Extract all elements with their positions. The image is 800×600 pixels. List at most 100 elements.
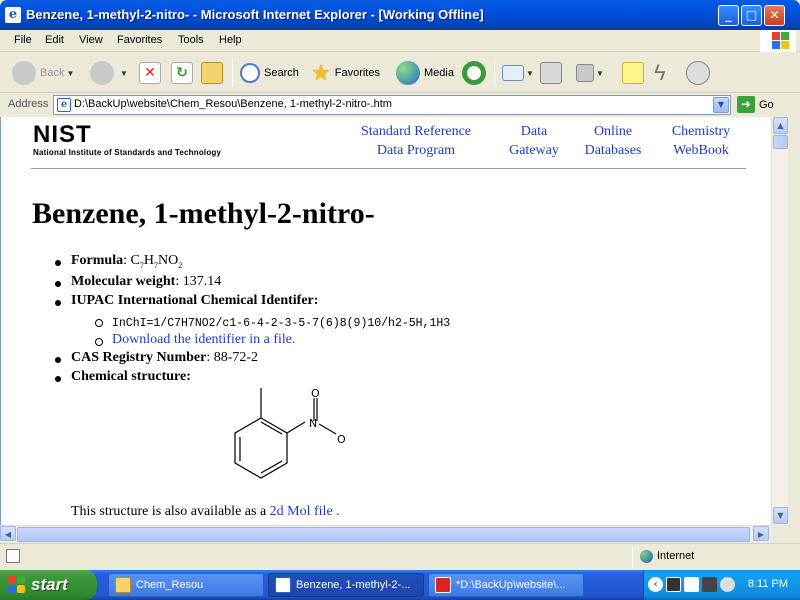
nav-line: Chemistry [671, 124, 731, 139]
internet-zone-icon [640, 550, 653, 563]
page-done-icon [6, 549, 20, 563]
tray-app-icon[interactable] [666, 577, 681, 592]
scroll-up-button[interactable]: ▲ [773, 117, 788, 134]
tray-expand-icon[interactable]: ‹ [648, 577, 663, 592]
mol-file-prefix: This structure is also available as a [71, 504, 267, 519]
vertical-scrollbar[interactable]: ▲ ▼ [771, 117, 788, 525]
discuss-button[interactable] [622, 60, 644, 86]
home-icon [201, 62, 223, 84]
vertical-scroll-thumb[interactable] [773, 135, 788, 149]
taskbar-item-chem-resou[interactable]: Chem_Resou [108, 573, 264, 597]
tray-monitor-icon[interactable] [702, 577, 717, 592]
back-button[interactable]: Back ▼ [12, 60, 74, 86]
nist-logo-subtitle: National Institute of Standards and Tech… [33, 148, 222, 157]
scroll-left-button[interactable]: ◀ [0, 526, 16, 541]
sub-bullet [95, 338, 103, 346]
mol-file-link[interactable]: 2d Mol file [270, 504, 333, 519]
research-button[interactable]: ϟ [654, 60, 666, 86]
formula-row: Formula: C7H7NO2 [71, 253, 183, 270]
mw-label: Molecular weight [71, 274, 176, 289]
start-label: start [31, 575, 68, 594]
chevron-down-icon: ▼ [526, 68, 534, 78]
browser-window: e Benzene, 1-methyl-2-nitro- - Microsoft… [0, 0, 800, 570]
nav-line: Data Program [376, 143, 456, 158]
menu-view[interactable]: View [79, 34, 103, 46]
scroll-right-button[interactable]: ▶ [753, 526, 769, 541]
download-identifier-link[interactable]: Download the identifier in a file. [112, 332, 296, 348]
lightning-icon: ϟ [654, 60, 666, 85]
tray-check-icon[interactable] [684, 577, 699, 592]
address-dropdown-button[interactable]: ▼ [713, 97, 729, 113]
cas-value: 88-72-2 [213, 350, 259, 365]
go-button[interactable]: ➜ Go [737, 96, 774, 113]
menu-tools[interactable]: Tools [178, 34, 204, 46]
structure-label: Chemical structure: [71, 369, 191, 384]
molecular-weight-row: Molecular weight: 137.14 [71, 274, 222, 289]
media-button[interactable]: Media [396, 60, 454, 86]
nist-logo[interactable]: NIST National Institute of Standards and… [33, 121, 222, 158]
system-tray: ‹ 8:11 PM [643, 570, 800, 600]
mw-value: 137.14 [182, 274, 222, 289]
history-icon [462, 61, 486, 85]
messenger-button[interactable] [686, 60, 714, 86]
toolbar: Back ▼ ▼ ✕ ↻ Search ★ Favorites Media ▼ … [0, 53, 800, 93]
history-button[interactable] [462, 60, 490, 86]
horizontal-scroll-thumb[interactable] [17, 527, 750, 542]
menu-help[interactable]: Help [219, 34, 242, 46]
messenger-icon [686, 61, 710, 85]
refresh-button[interactable]: ↻ [171, 60, 193, 86]
nav-line: Gateway [509, 143, 559, 158]
nav-standard-reference-data[interactable]: Standard Reference Data Program [353, 122, 479, 160]
start-button[interactable]: start [0, 570, 97, 600]
bullet [55, 376, 61, 382]
favorites-button[interactable]: ★ Favorites [311, 60, 380, 86]
menu-favorites[interactable]: Favorites [117, 34, 162, 46]
print-button[interactable] [540, 60, 562, 86]
nav-chemistry-webbook[interactable]: Chemistry WebBook [665, 122, 737, 160]
nav-data-gateway[interactable]: Data Gateway [501, 122, 567, 160]
favorites-label: Favorites [334, 67, 380, 79]
close-button[interactable]: ✕ [764, 5, 785, 26]
address-label: Address [8, 98, 49, 110]
atom-oxygen: O [337, 433, 346, 446]
page-title: Benzene, 1-methyl-2-nitro- [32, 197, 375, 230]
go-arrow-icon: ➜ [737, 96, 755, 113]
formula-value: C7H7NO2 [130, 253, 183, 270]
title-bar[interactable]: e Benzene, 1-methyl-2-nitro- - Microsoft… [0, 0, 800, 30]
refresh-icon: ↻ [171, 62, 193, 84]
taskbar-item-ie[interactable]: Benzene, 1-methyl-2-... [268, 573, 424, 597]
home-button[interactable] [201, 60, 223, 86]
bullet [55, 300, 61, 306]
nist-logo-word: NIST [33, 121, 92, 148]
media-globe-icon [396, 61, 420, 85]
stop-button[interactable]: ✕ [139, 60, 161, 86]
search-icon [240, 63, 260, 83]
window-title: Benzene, 1-methyl-2-nitro- - Microsoft I… [26, 7, 484, 22]
windows-logo-icon [760, 30, 796, 52]
iupac-label: IUPAC International Chemical Identifer: [71, 293, 319, 308]
task-label: *D:\BackUp\website\... [456, 579, 566, 591]
address-box[interactable]: e ▼ [53, 95, 731, 115]
formula-label: Formula [71, 253, 124, 268]
search-button[interactable]: Search [240, 60, 299, 86]
nav-online-databases[interactable]: Online Databases [577, 122, 649, 160]
edit-button[interactable]: ▼ [576, 60, 604, 86]
sub-bullet [95, 319, 103, 327]
forward-button[interactable]: ▼ [90, 60, 128, 86]
minimize-button[interactable]: _ [718, 5, 739, 26]
taskbar-item-editor[interactable]: *D:\BackUp\website\... [428, 573, 584, 597]
maximize-button[interactable]: □ [741, 5, 762, 26]
tray-volume-icon[interactable] [720, 577, 735, 592]
menu-edit[interactable]: Edit [45, 34, 64, 46]
mail-button[interactable]: ▼ [502, 60, 534, 86]
folder-icon [115, 577, 131, 593]
chemical-structure-image: N O O [234, 387, 346, 479]
scroll-down-button[interactable]: ▼ [773, 507, 788, 524]
horizontal-scrollbar[interactable]: ◀ ▶ [0, 525, 771, 542]
media-label: Media [424, 67, 454, 79]
menu-file[interactable]: File [14, 34, 32, 46]
ie-icon: e [5, 7, 21, 23]
address-input[interactable] [74, 98, 694, 110]
toolbar-separator [232, 59, 233, 87]
nav-line: WebBook [673, 143, 729, 158]
